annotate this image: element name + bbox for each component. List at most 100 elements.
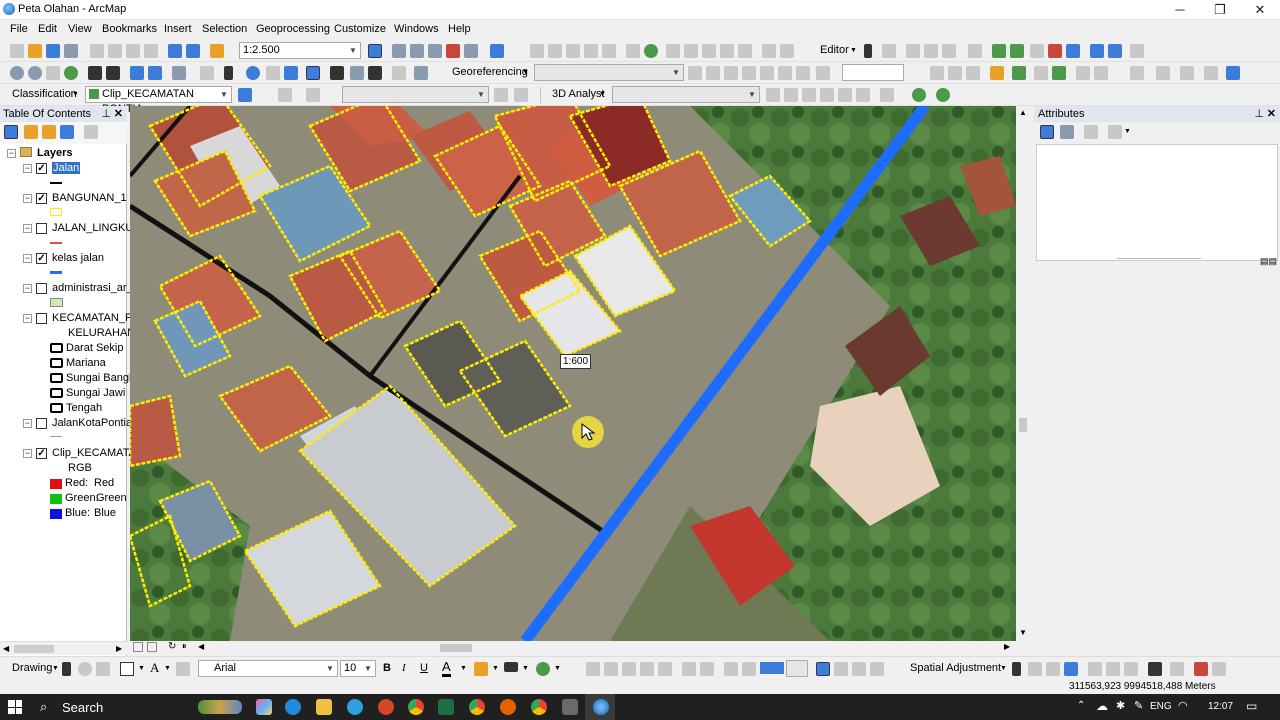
layer-checkbox-administrasi[interactable]: [36, 283, 47, 294]
layer-checkbox-bangunan[interactable]: ✓: [36, 193, 47, 204]
collapse-icon[interactable]: −: [23, 194, 32, 203]
rectangle-icon[interactable]: [120, 662, 134, 676]
georef-tool-11-icon[interactable]: [966, 66, 980, 80]
zoom-out-icon[interactable]: [28, 66, 42, 80]
list-by-source-icon[interactable]: [24, 125, 38, 139]
shared-features-icon[interactable]: [780, 44, 794, 58]
pin-icon[interactable]: ⊥: [101, 107, 111, 120]
bluetooth-icon[interactable]: ✱: [1116, 699, 1125, 712]
options-icon[interactable]: [1108, 125, 1122, 139]
georef-tool-6-icon[interactable]: [778, 66, 792, 80]
attributes-window-icon[interactable]: [1108, 44, 1122, 58]
toc-options-icon[interactable]: [84, 125, 98, 139]
topology-edit-icon[interactable]: [702, 44, 716, 58]
file-explorer-icon[interactable]: [316, 699, 332, 715]
split-tool-icon[interactable]: [992, 44, 1006, 58]
new-icon[interactable]: [10, 44, 24, 58]
link-tool-icon[interactable]: [870, 662, 884, 676]
layer-checkbox-jalan-lingkungan[interactable]: [36, 223, 47, 234]
menu-view[interactable]: View: [68, 23, 92, 35]
chrome-icon[interactable]: [408, 699, 424, 715]
draw-tool-8-icon[interactable]: [724, 662, 738, 676]
menu-bookmarks[interactable]: Bookmarks: [102, 23, 157, 35]
cut-icon[interactable]: [90, 44, 104, 58]
georef-input[interactable]: [842, 64, 904, 81]
sort-icon[interactable]: [1060, 125, 1074, 139]
color-swatch[interactable]: [760, 662, 784, 674]
georef-tool-16-icon[interactable]: [1130, 66, 1144, 80]
telegram-icon[interactable]: [347, 699, 363, 715]
collapse-icon[interactable]: −: [23, 449, 32, 458]
menu-windows[interactable]: Windows: [394, 23, 439, 35]
georef-tool-2-icon[interactable]: [706, 66, 720, 80]
georef-tool-3-icon[interactable]: [724, 66, 738, 80]
class-tool-icon[interactable]: [306, 88, 320, 102]
collapse-icon[interactable]: −: [23, 284, 32, 293]
chrome-app-icon[interactable]: [531, 699, 547, 715]
georef-tool-14-icon[interactable]: [1076, 66, 1090, 80]
pin-icon[interactable]: ⊥: [1254, 107, 1264, 120]
scroll-thumb[interactable]: [1019, 418, 1027, 432]
full-extent-icon[interactable]: [64, 66, 78, 80]
georef-tool-10-icon[interactable]: [948, 66, 962, 80]
layer-group-icon[interactable]: [1084, 125, 1098, 139]
georef-tool-7-icon[interactable]: [796, 66, 810, 80]
go-to-xy-icon[interactable]: [368, 66, 382, 80]
arcglobe-icon[interactable]: [936, 88, 950, 102]
language-indicator[interactable]: ENG: [1150, 701, 1172, 712]
splitter[interactable]: [1117, 258, 1201, 259]
edit-attributes-icon[interactable]: [1030, 44, 1044, 58]
select-elements-icon[interactable]: [62, 662, 71, 676]
straight-segment-icon[interactable]: [906, 44, 920, 58]
edit-pencil-icon[interactable]: [990, 66, 1004, 80]
toc-horizontal-scrollbar[interactable]: ◀ ▶: [0, 641, 127, 655]
delete-icon[interactable]: [144, 44, 158, 58]
select-features-icon[interactable]: [172, 66, 186, 80]
line-color-icon[interactable]: [504, 662, 518, 672]
validate-icon[interactable]: [720, 44, 734, 58]
scroll-down-icon[interactable]: ▼: [1019, 628, 1027, 637]
collapse-icon[interactable]: −: [23, 224, 32, 233]
adjust-tool-5-icon[interactable]: [1170, 662, 1184, 676]
arctoolbox-icon[interactable]: [446, 44, 460, 58]
georef-tool-15-icon[interactable]: [1094, 66, 1108, 80]
spatial-adjustment-menu[interactable]: Spatial Adjustment: [910, 662, 1001, 674]
pan-icon[interactable]: [46, 66, 60, 80]
create-features-icon[interactable]: [1090, 44, 1104, 58]
menu-help[interactable]: Help: [448, 23, 471, 35]
redo-icon[interactable]: [186, 44, 200, 58]
class-tool-2-icon[interactable]: [514, 88, 528, 102]
end-point-arc-icon[interactable]: [924, 44, 938, 58]
paste-icon[interactable]: [126, 44, 140, 58]
collapse-icon[interactable]: −: [23, 314, 32, 323]
minimize-button[interactable]: ─: [1160, 0, 1200, 20]
scroll-up-icon[interactable]: ▲: [1019, 108, 1027, 117]
draw-tool-2-icon[interactable]: [604, 662, 618, 676]
notification-icon[interactable]: ▭: [1246, 699, 1257, 713]
arcmap-taskbar-icon[interactable]: [593, 699, 609, 715]
close-icon[interactable]: ✕: [1267, 107, 1276, 120]
3d-tool-6-icon[interactable]: [856, 88, 870, 102]
layers-root[interactable]: Layers: [37, 147, 72, 159]
copy-icon[interactable]: [108, 44, 122, 58]
adjust-tool-2-icon[interactable]: [1088, 662, 1102, 676]
draw-tool-5-icon[interactable]: [658, 662, 672, 676]
measure-icon[interactable]: [306, 66, 320, 80]
trace-icon[interactable]: [942, 44, 956, 58]
georef-tool-1-icon[interactable]: [688, 66, 702, 80]
back-extent-icon[interactable]: [130, 66, 144, 80]
python-window-icon[interactable]: [464, 44, 478, 58]
identify-icon[interactable]: [246, 66, 260, 80]
model-builder-icon[interactable]: [490, 44, 504, 58]
rotate-tool-icon[interactable]: [1010, 44, 1024, 58]
snapping-icon[interactable]: [666, 44, 680, 58]
copilot-icon[interactable]: [256, 699, 272, 715]
firefox-icon[interactable]: [500, 699, 516, 715]
editor-toolbar-icon[interactable]: [368, 44, 382, 58]
draw-line-icon[interactable]: [278, 88, 292, 102]
html-popup-icon[interactable]: [284, 66, 298, 80]
wifi-icon[interactable]: ◠: [1178, 699, 1188, 712]
identify-tool-icon[interactable]: [1040, 125, 1054, 139]
editing-options-icon[interactable]: [1130, 44, 1144, 58]
scroll-right-icon[interactable]: ▶: [1004, 642, 1010, 651]
